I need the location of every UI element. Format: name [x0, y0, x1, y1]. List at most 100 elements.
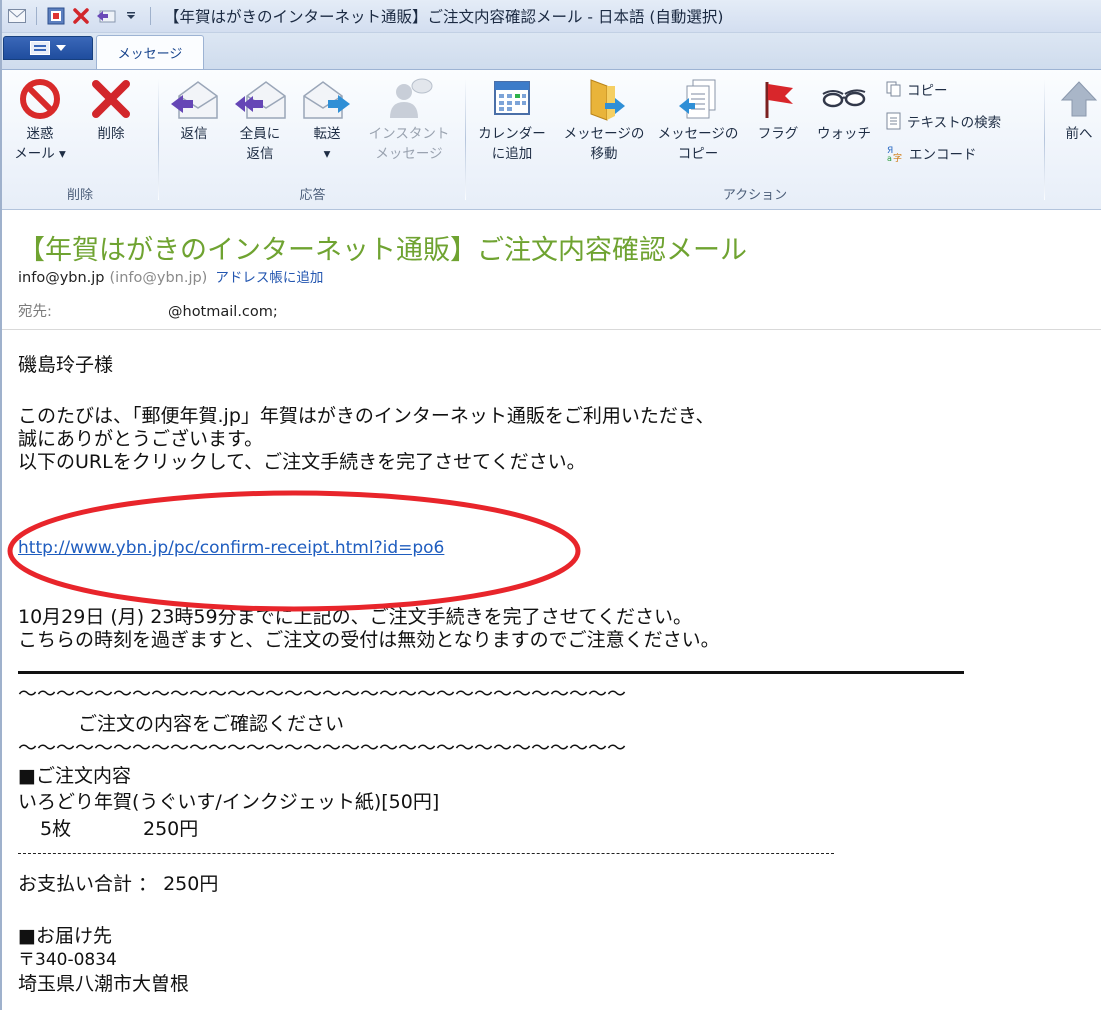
document-copy-icon	[679, 79, 716, 119]
wave-divider-top: ～～～～～～～～～～～～～～～～～～～～～～～～～～～～～～～～	[18, 683, 627, 705]
group-label-delete: 削除	[66, 188, 93, 203]
no-entry-icon	[20, 79, 60, 119]
delivery-address: 埼玉県八潮市大曽根	[18, 973, 190, 995]
to-line: 宛先: @hotmail.com;	[18, 300, 278, 321]
group-label-actions: アクション	[722, 188, 788, 203]
message-header: 【年賀はがきのインターネット通販】ご注文内容確認メール info@ybn.jp(…	[0, 210, 1101, 330]
confirm-url-link[interactable]: http://www.ybn.jp/pc/confirm-receipt.htm…	[18, 537, 444, 559]
app-menu-button[interactable]	[3, 36, 93, 60]
tab-message[interactable]: メッセージ	[96, 35, 204, 69]
add-to-contacts-link[interactable]: アドレス帳に追加	[215, 270, 323, 286]
flag-icon	[765, 82, 793, 118]
copy-button[interactable]: コピー	[886, 78, 948, 100]
encoding-icon: Я字a	[887, 146, 902, 162]
deadline-line-1: 10月29日 (月) 23時59分までに上記の、ご注文手続きを完了させてください…	[18, 606, 693, 628]
calendar-icon	[494, 81, 530, 115]
dashed-divider	[18, 853, 834, 854]
toolbar-separator	[150, 7, 151, 25]
delete-label: 削除	[97, 126, 125, 142]
delivery-heading: ■お届け先	[18, 925, 112, 947]
previous-button[interactable]: 前へ	[1054, 76, 1101, 144]
sender-address-alt: (info@ybn.jp)	[109, 270, 208, 286]
title-bar: 【年賀はがきのインターネット通販】ご注文内容確認メール - 日本語 (自動選択)	[0, 0, 1101, 33]
watch-label: ウォッチ	[817, 126, 871, 142]
junk-label: 迷惑	[26, 126, 54, 142]
reply-icon[interactable]	[95, 5, 117, 27]
group-delete: 迷惑 メール ▾ 削除 削除	[0, 70, 160, 209]
reply-all-label-2: 返信	[246, 146, 274, 162]
greeting: 磯島玲子様	[18, 354, 114, 376]
copy-message-button[interactable]: メッセージの コピー	[652, 76, 744, 164]
delete-button[interactable]: 削除	[82, 76, 140, 144]
order-quantity: 5枚	[40, 818, 72, 840]
order-price: 250円	[143, 818, 199, 840]
reply-label: 返信	[180, 126, 208, 142]
instant-message-label: インスタント	[368, 126, 450, 142]
instant-message-label-2: メッセージ	[375, 146, 443, 162]
move-label-2: 移動	[590, 146, 618, 162]
copy-icon	[886, 81, 901, 97]
message-body: 磯島玲子様 このたびは、「郵便年賀.jp」年賀はがきのインターネット通販をご利用…	[0, 331, 1101, 1010]
payment-total: お支払い合計 ： 250円	[18, 873, 219, 895]
wave-divider-bottom: ～～～～～～～～～～～～～～～～～～～～～～～～～～～～～～～～	[18, 737, 627, 759]
ribbon-tab-row: メッセージ	[0, 33, 1101, 69]
recipient-address: @hotmail.com;	[168, 304, 278, 320]
chevron-down-icon	[56, 45, 66, 51]
arrow-up-icon	[1060, 81, 1098, 117]
watch-button[interactable]: ウォッチ	[814, 76, 874, 144]
junk-icon[interactable]	[45, 5, 67, 27]
mail-window: 【年賀はがきのインターネット通販】ご注文内容確認メール - 日本語 (自動選択)…	[0, 0, 1101, 1010]
document-search-icon	[886, 112, 901, 130]
customize-dropdown-icon[interactable]	[120, 5, 142, 27]
calendar-label: カレンダー	[478, 126, 546, 142]
move-message-button[interactable]: メッセージの 移動	[558, 76, 650, 164]
calendar-label-2: に追加	[491, 146, 533, 162]
previous-label: 前へ	[1065, 126, 1093, 142]
flag-label: フラグ	[757, 126, 799, 142]
encode-label: エンコード	[909, 147, 977, 163]
glasses-icon	[822, 89, 866, 108]
flag-button[interactable]: フラグ	[752, 76, 804, 144]
window-title: 【年賀はがきのインターネット通販】ご注文内容確認メール - 日本語 (自動選択)	[164, 8, 724, 26]
junk-label-2: メール ▾	[14, 146, 66, 162]
move-label: メッセージの	[563, 126, 645, 142]
mail-icon[interactable]	[6, 5, 28, 27]
delete-x-icon	[92, 80, 130, 118]
group-respond: 返信 全員に 返信 転送 ▾ インスタント メッセージ 応答	[160, 70, 465, 209]
add-to-calendar-button[interactable]: カレンダー に追加	[472, 76, 552, 164]
forward-dropdown: ▾	[323, 146, 331, 162]
reply-envelope-icon	[171, 81, 218, 119]
group-separator	[158, 78, 159, 200]
find-text-label: テキストの検索	[907, 115, 1002, 131]
to-label: 宛先:	[18, 304, 52, 320]
forward-label: 転送	[313, 126, 341, 142]
intro-line-1: このたびは、「郵便年賀.jp」年賀はがきのインターネット通販をご利用いただき、	[18, 405, 715, 427]
forward-envelope-icon	[303, 81, 350, 119]
intro-line-3: 以下のURLをクリックして、ご注文手続きを完了させてください。	[18, 451, 586, 473]
folder-move-icon	[590, 79, 625, 121]
reply-button[interactable]: 返信	[164, 76, 224, 144]
message-subject: 【年賀はがきのインターネット通販】ご注文内容確認メール	[18, 235, 747, 266]
person-chat-icon	[390, 78, 433, 118]
delete-icon[interactable]	[70, 5, 92, 27]
encode-button[interactable]: Я字a エンコード	[886, 142, 977, 164]
reply-all-button[interactable]: 全員に 返信	[230, 76, 290, 164]
group-actions: カレンダー に追加 メッセージの 移動 メッセージの コピー フラグ ウォッチ …	[466, 70, 1044, 209]
forward-button[interactable]: 転送 ▾	[298, 76, 356, 164]
junk-button[interactable]: 迷惑 メール ▾	[8, 76, 72, 164]
intro-line-2: 誠にありがとうございます。	[18, 428, 264, 450]
toolbar-separator	[36, 7, 37, 25]
quick-access-toolbar	[6, 5, 156, 27]
find-text-button[interactable]: テキストの検索	[886, 110, 1001, 132]
menu-icon	[30, 41, 50, 55]
group-separator	[1044, 78, 1045, 200]
sender-address: info@ybn.jp	[18, 270, 105, 286]
postal-code: 〒340-0834	[18, 950, 117, 970]
order-item: いろどり年賀(うぐいす/インクジェット紙)[50円]	[18, 791, 440, 813]
instant-message-button[interactable]: インスタント メッセージ	[360, 76, 458, 164]
copy-message-label: メッセージの	[657, 126, 739, 142]
ribbon: 迷惑 メール ▾ 削除 削除 返信 全員に 返信 転送 ▾ インスタント メッセ…	[0, 69, 1101, 210]
reply-all-label: 全員に	[239, 126, 281, 142]
svg-text:字: 字	[893, 152, 902, 162]
svg-text:a: a	[887, 154, 892, 162]
